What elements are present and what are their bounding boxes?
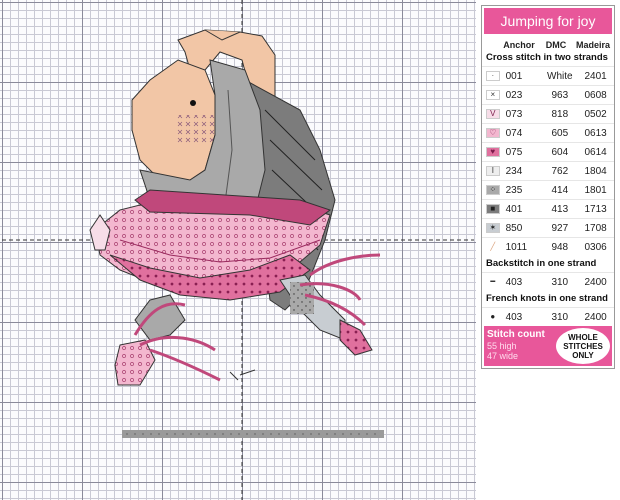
madeira-value: 2400 (584, 276, 607, 288)
anchor-value: 401 (505, 203, 523, 215)
ground-line (122, 430, 384, 438)
anchor-value: 023 (505, 89, 523, 101)
madeira-value: 0608 (584, 89, 607, 101)
badge-line-2: STITCHES (563, 341, 603, 351)
cross-stitch-heading: Cross stitch in two strands (486, 52, 608, 63)
backstitch-heading: Backstitch in one strand (486, 258, 597, 269)
anchor-value: 075 (505, 146, 523, 158)
dmc-column-header: DMC (545, 40, 567, 50)
key-title: Jumping for joy (484, 8, 612, 34)
key-row: × 023 963 0608 (482, 85, 614, 104)
dmc-value: 310 (551, 311, 569, 323)
madeira-value: 1708 (584, 222, 607, 234)
dmc-value: 948 (551, 241, 569, 253)
key-symbol: I (486, 166, 500, 176)
madeira-value: 2401 (584, 70, 607, 82)
thread-key-panel: Jumping for joy Anchor DMC Madeira Cross… (481, 5, 615, 369)
dmc-value: 818 (551, 108, 569, 120)
key-symbol: ╱ (486, 242, 500, 252)
key-symbol: ♥ (486, 147, 500, 157)
stitch-count-wide: 47 wide (487, 351, 519, 361)
madeira-value: 1804 (584, 165, 607, 177)
stitch-count-box: Stitch count 55 high 47 wide WHOLE STITC… (484, 326, 612, 366)
anchor-value: 235 (505, 184, 523, 196)
anchor-value: 001 (505, 70, 523, 82)
backstitch-line-icon: ━ (490, 277, 496, 286)
eye (190, 100, 196, 106)
madeira-column-header: Madeira (575, 40, 610, 50)
madeira-value: 0502 (584, 108, 607, 120)
cheek-pattern (176, 115, 216, 145)
madeira-value: 2400 (584, 311, 607, 323)
key-row: V 073 818 0502 (482, 104, 614, 123)
right-ballet-shoe (339, 319, 373, 356)
cross-stitch-rows: · 001 White 2401 × 023 963 0608 V 073 818 0502 ♡ 0… (482, 66, 614, 256)
anchor-value: 403 (505, 276, 523, 288)
key-symbol: ♡ (486, 128, 500, 138)
dmc-value: 604 (551, 146, 569, 158)
dmc-value: 963 (551, 89, 569, 101)
key-row: ♥ 075 604 0614 (482, 142, 614, 161)
key-symbol: × (486, 90, 500, 100)
key-symbol: V (486, 109, 500, 119)
madeira-value: 1801 (584, 184, 607, 196)
key-row: ♡ 074 605 0613 (482, 123, 614, 142)
dmc-value: 413 (551, 203, 569, 215)
badge-line-1: WHOLE (568, 332, 598, 342)
key-row: ■ 401 413 1713 (482, 199, 614, 218)
key-row: ✶ 850 927 1708 (482, 218, 614, 237)
anchor-value: 234 (505, 165, 523, 177)
madeira-value: 0613 (584, 127, 607, 139)
anchor-value: 850 (505, 222, 523, 234)
dmc-value: 605 (551, 127, 569, 139)
anchor-value: 073 (505, 108, 523, 120)
madeira-value: 0306 (584, 241, 607, 253)
dmc-value: 927 (551, 222, 569, 234)
key-column-headers: Anchor DMC Madeira (482, 36, 614, 50)
key-symbol: · (486, 71, 500, 81)
madeira-value: 0614 (584, 146, 607, 158)
whole-stitches-only-badge: WHOLE STITCHES ONLY (556, 328, 610, 364)
key-row: ⁘ 235 414 1801 (482, 180, 614, 199)
dmc-value: 310 (551, 276, 569, 288)
french-knot-row: ● 403 310 2400 (482, 307, 614, 326)
anchor-value: 074 (505, 127, 523, 139)
left-ballet-shoe (114, 339, 156, 386)
left-leg (134, 294, 186, 341)
key-symbol: ⁘ (486, 185, 500, 195)
dmc-value: 762 (551, 165, 569, 177)
anchor-value: 403 (505, 311, 523, 323)
key-row: ╱ 1011 948 0306 (482, 237, 614, 256)
anchor-value: 1011 (505, 241, 528, 253)
french-knot-dot-icon: ● (490, 312, 496, 321)
key-row: · 001 White 2401 (482, 66, 614, 85)
dmc-value: 414 (551, 184, 569, 196)
backstitch-row: ━ 403 310 2400 (482, 272, 614, 291)
badge-line-3: ONLY (572, 350, 594, 360)
stitch-count-high: 55 high (487, 341, 517, 351)
dmc-value: White (547, 70, 573, 82)
anchor-column-header: Anchor (503, 40, 535, 50)
cross-stitch-chart (0, 0, 476, 500)
french-knots-heading: French knots in one strand (486, 293, 608, 304)
hedgehog-ballerina-pattern (2, 0, 474, 500)
right-leg-shading (290, 282, 314, 314)
key-symbol: ✶ (486, 223, 500, 233)
madeira-value: 1713 (584, 203, 607, 215)
stitch-count-title: Stitch count (487, 329, 545, 340)
key-row: I 234 762 1804 (482, 161, 614, 180)
key-symbol: ■ (486, 204, 500, 214)
